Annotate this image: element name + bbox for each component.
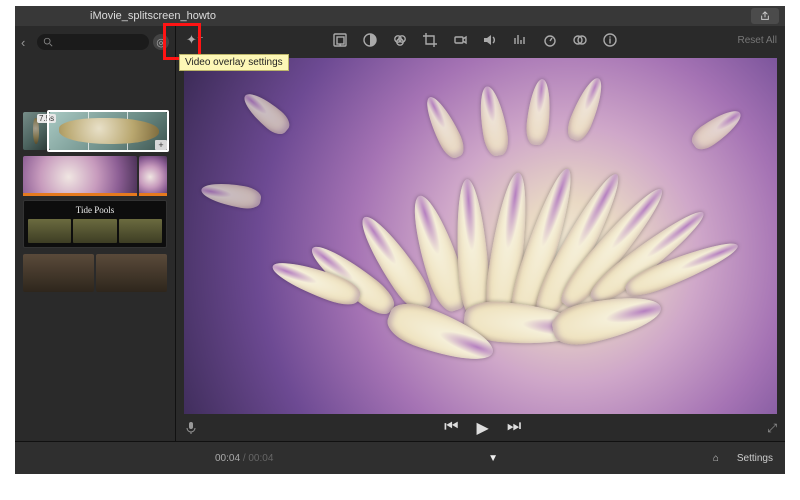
video-preview[interactable] (184, 58, 777, 414)
clip-thumbnail[interactable] (23, 156, 137, 194)
clip-thumbnail[interactable] (96, 254, 167, 292)
prev-frame-button[interactable]: ⏮ (444, 418, 458, 438)
screenshot-frame: iMovie_splitscreen_howto ‹ ◎ 7.5s (0, 0, 800, 500)
home-icon[interactable]: ⌂ (713, 453, 719, 464)
clip-selected[interactable]: 7.5s + (49, 112, 167, 150)
adjust-toolbar: ✦⁺ Reset All (176, 26, 785, 54)
imovie-window: iMovie_splitscreen_howto ‹ ◎ 7.5s (15, 6, 785, 474)
search-icon (43, 37, 53, 47)
viewer-panel: ✦⁺ Reset All Video overlay settings (176, 26, 785, 442)
fullscreen-icon[interactable]: ⤢ (767, 421, 777, 436)
info-icon[interactable] (601, 31, 619, 49)
clip-thumbnail[interactable] (139, 156, 167, 194)
speed-icon[interactable] (541, 31, 559, 49)
clip-thumbnail[interactable] (23, 254, 94, 292)
volume-icon[interactable] (481, 31, 499, 49)
tooltip: Video overlay settings (179, 54, 289, 71)
clip-browser: 7.5s + Tide Pools (15, 58, 175, 442)
search-input[interactable] (37, 34, 149, 50)
title-card[interactable]: Tide Pools (23, 200, 167, 248)
filter-fx-icon[interactable] (571, 31, 589, 49)
playhead-marker-icon[interactable]: ▼ (488, 453, 498, 464)
title-card-label: Tide Pools (28, 205, 162, 215)
share-button[interactable] (751, 8, 779, 24)
reset-all-button[interactable]: Reset All (738, 35, 777, 46)
color-correction-icon[interactable] (391, 31, 409, 49)
voiceover-mic-icon[interactable] (184, 421, 198, 435)
noise-eq-icon[interactable] (511, 31, 529, 49)
total-time: 00:04 (248, 453, 273, 464)
next-frame-button[interactable]: ⏭ (507, 418, 521, 438)
settings-button[interactable]: Settings (737, 453, 773, 464)
playhead-time: 00:04 (215, 453, 240, 464)
color-balance-icon[interactable] (361, 31, 379, 49)
play-button[interactable]: ▶ (477, 418, 489, 438)
media-sidebar: ‹ ◎ 7.5s + (15, 26, 176, 442)
crop-icon[interactable] (421, 31, 439, 49)
timeline-footer: 00:04 / 00:04 ▼ ⌂ Settings (15, 441, 785, 474)
search-row: ‹ ◎ (15, 26, 175, 58)
titlebar: iMovie_splitscreen_howto (15, 6, 785, 27)
playback-controls: ⏮ ▶ ⏭ ⤢ (176, 414, 785, 442)
project-title: iMovie_splitscreen_howto (15, 6, 751, 26)
back-chevron-icon[interactable]: ‹ (21, 35, 33, 50)
filter-button[interactable]: ◎ (153, 34, 169, 50)
video-overlay-settings-icon[interactable] (331, 31, 349, 49)
add-clip-icon[interactable]: + (155, 140, 167, 150)
stabilization-icon[interactable] (451, 31, 469, 49)
magic-wand-icon[interactable]: ✦⁺ (186, 32, 204, 48)
